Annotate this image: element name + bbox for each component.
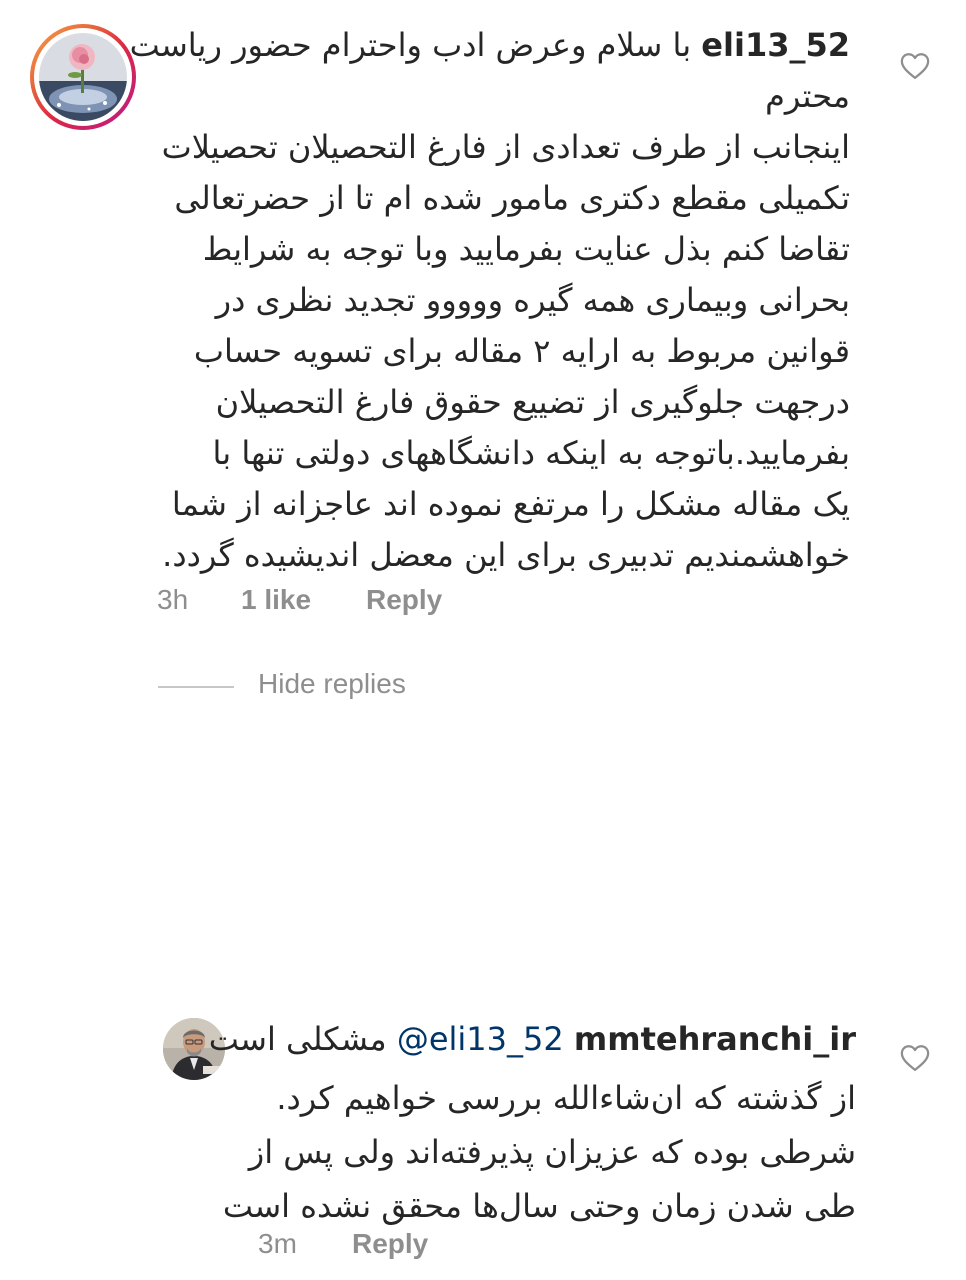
reply-mention[interactable]: @eli13_52 bbox=[397, 1020, 564, 1058]
comment-line: اینجانب از طرف تعدادی از فارغ التحصیلان … bbox=[161, 128, 850, 166]
hide-replies-divider bbox=[158, 686, 234, 688]
reply-text: mmtehranchi_ir @eli13_52 مشکلی است از گذ… bbox=[209, 1014, 856, 1232]
comment-line: تقاضا کنم بذل عنایت بفرمایید وبا توجه به… bbox=[202, 230, 850, 268]
likes-count[interactable]: 1 like bbox=[241, 584, 311, 615]
comment-likes[interactable]: 1 like bbox=[241, 584, 311, 616]
comment-line: محترم bbox=[765, 77, 850, 115]
comment-line: بحرانی وبیماری همه گیره ووووو تجدید نظری… bbox=[215, 281, 850, 319]
comment-text: eli13_52 با سلام وعرض ادب واحترام حضور ر… bbox=[130, 20, 850, 581]
reply-line: از گذشته که ان‌شاءالله بررسی خواهیم کرد. bbox=[276, 1079, 856, 1117]
comment-line: تکمیلی مقطع دکتری مامور شده ام تا از حضر… bbox=[174, 179, 850, 217]
comment-username[interactable]: eli13_52 bbox=[701, 26, 850, 64]
comment-first-line: eli13_52 با سلام وعرض ادب واحترام حضور ر… bbox=[130, 20, 850, 71]
comment-line: یک مقاله مشکل را مرتفع نموده اند عاجزانه… bbox=[171, 485, 850, 523]
hide-replies-button[interactable]: Hide replies bbox=[258, 668, 406, 700]
rose-photo-icon bbox=[39, 33, 127, 121]
comment-line: قوانین مربوط به ارایه ۲ مقاله برای تسویه… bbox=[193, 332, 850, 370]
reply-first-line: mmtehranchi_ir @eli13_52 مشکلی است bbox=[209, 1014, 856, 1065]
reply-line: شرطی بوده که عزیزان پذیرفته‌اند ولی پس ا… bbox=[248, 1133, 856, 1171]
like-heart-icon[interactable] bbox=[900, 1044, 930, 1072]
comment-line: خواهشمندیم تدبیری برای این معضل اندیشیده… bbox=[162, 536, 850, 574]
reply-first-line-text: مشکلی است bbox=[208, 1020, 387, 1058]
like-heart-icon[interactable] bbox=[900, 52, 930, 80]
reply-label[interactable]: Reply bbox=[352, 1228, 428, 1259]
comment-time: 3h bbox=[157, 584, 189, 615]
reply-username[interactable]: mmtehranchi_ir bbox=[574, 1020, 856, 1058]
avatar-eli13_52[interactable] bbox=[30, 24, 136, 130]
reply-time: 3m bbox=[258, 1228, 297, 1259]
comment-line: درجهت جلوگیری از تضییع حقوق فارغ التحصیل… bbox=[215, 383, 850, 421]
comment-line: بفرمایید.باتوجه به اینکه دانشگاههای دولت… bbox=[212, 434, 850, 472]
comment-first-line-text: با سلام وعرض ادب واحترام حضور ریاست bbox=[129, 26, 692, 64]
reply-line: طی شدن زمان وحتی سال‌ها محقق نشده است bbox=[222, 1187, 856, 1225]
comment-reply-button[interactable]: Reply bbox=[366, 584, 442, 616]
reply-label[interactable]: Reply bbox=[366, 584, 442, 615]
reply-reply-button[interactable]: Reply bbox=[352, 1228, 428, 1260]
avatar-image bbox=[39, 33, 127, 121]
